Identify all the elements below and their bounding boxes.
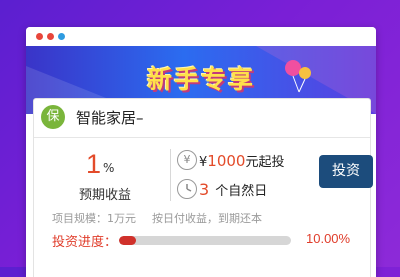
repayment-method: 按日付收益，到期还本 xyxy=(152,212,262,225)
yen-icon: ¥ xyxy=(177,150,197,170)
invest-button[interactable]: 投资 xyxy=(319,155,373,188)
divider xyxy=(34,137,370,138)
project-scale: 项目规模：1万元 xyxy=(52,212,136,225)
min-amount: 1000 xyxy=(207,152,246,170)
progress-bar xyxy=(119,236,291,245)
clock-icon xyxy=(177,179,197,199)
amount-suffix: 元起投 xyxy=(245,155,285,170)
minimize-dot[interactable] xyxy=(47,33,54,40)
investment-term: 3 个自然日 xyxy=(199,180,267,199)
min-investment: ¥1000元起投 xyxy=(199,151,284,170)
close-dot[interactable] xyxy=(36,33,43,40)
progress-label: 投资进度： xyxy=(52,235,118,250)
progress-percent: 10.00% xyxy=(306,231,351,246)
term-unit: 个自然日 xyxy=(215,184,268,199)
expected-rate-label: 预期收益 xyxy=(79,188,132,203)
expected-rate-unit: % xyxy=(103,161,115,175)
expected-rate-value: 1 xyxy=(86,149,102,179)
banner-title: 新手专享 xyxy=(146,65,255,94)
guarantee-badge: 保 xyxy=(41,105,65,129)
balloon-icon xyxy=(285,60,311,93)
browser-window: 新手专享 保 智能家居– 1 % 预期收益 ¥ ¥1000元起投 3 个自然日 xyxy=(26,27,376,277)
term-value: 3 xyxy=(199,180,210,199)
progress-fill xyxy=(119,236,137,245)
product-name[interactable]: 智能家居– xyxy=(76,107,144,128)
product-card[interactable]: 保 智能家居– 1 % 预期收益 ¥ ¥1000元起投 3 个自然日 投资 项目规… xyxy=(33,98,373,277)
window-titlebar xyxy=(26,27,376,46)
maximize-dot[interactable] xyxy=(58,33,65,40)
vertical-divider xyxy=(170,149,171,201)
